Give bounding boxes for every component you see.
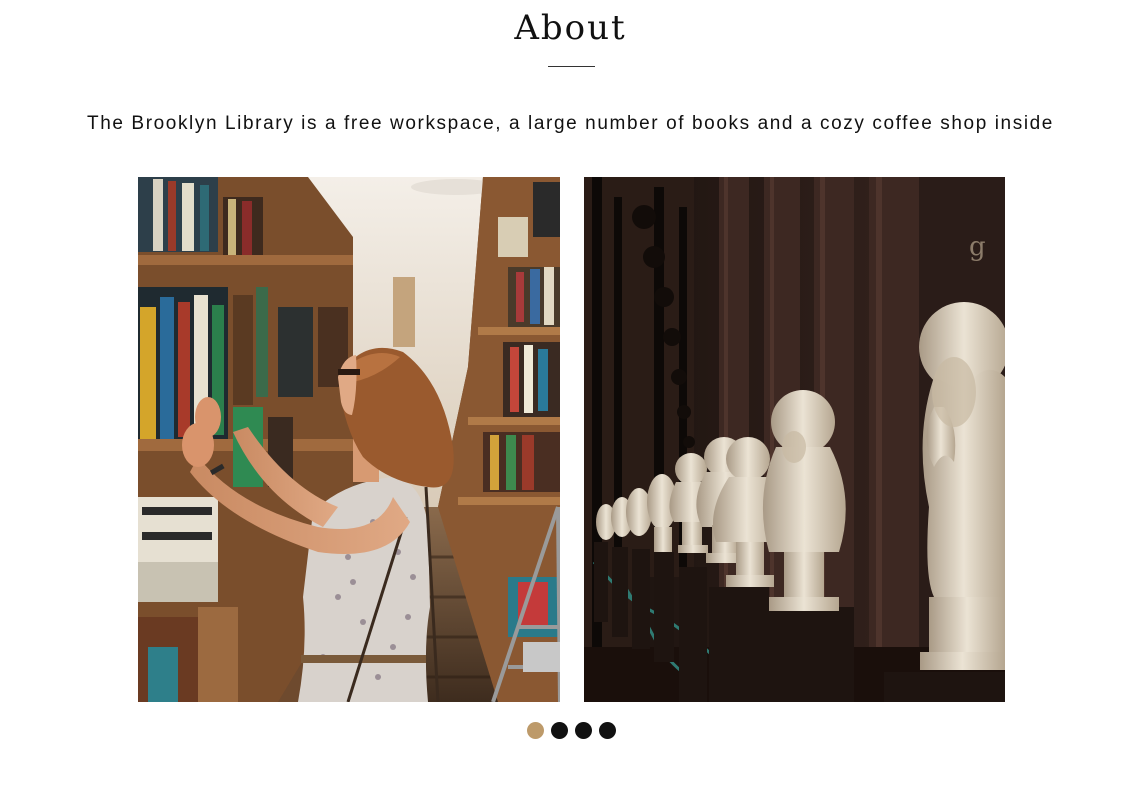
title-divider <box>548 66 595 67</box>
carousel-pagination <box>527 722 616 739</box>
gallery-image-busts: g <box>584 177 1005 702</box>
about-section: About The Brooklyn Library is a free wor… <box>0 0 1141 793</box>
pagination-dot-1[interactable] <box>527 722 544 739</box>
watermark-letter: g <box>969 232 986 262</box>
gallery-image-bookshelf <box>138 177 560 702</box>
busts-photo: g <box>584 177 1005 702</box>
pagination-dot-4[interactable] <box>599 722 616 739</box>
pagination-dot-2[interactable] <box>551 722 568 739</box>
section-lead: The Brooklyn Library is a free workspace… <box>87 113 1054 134</box>
bookshelf-photo <box>138 177 560 702</box>
section-title: About <box>514 8 627 48</box>
pagination-dot-3[interactable] <box>575 722 592 739</box>
